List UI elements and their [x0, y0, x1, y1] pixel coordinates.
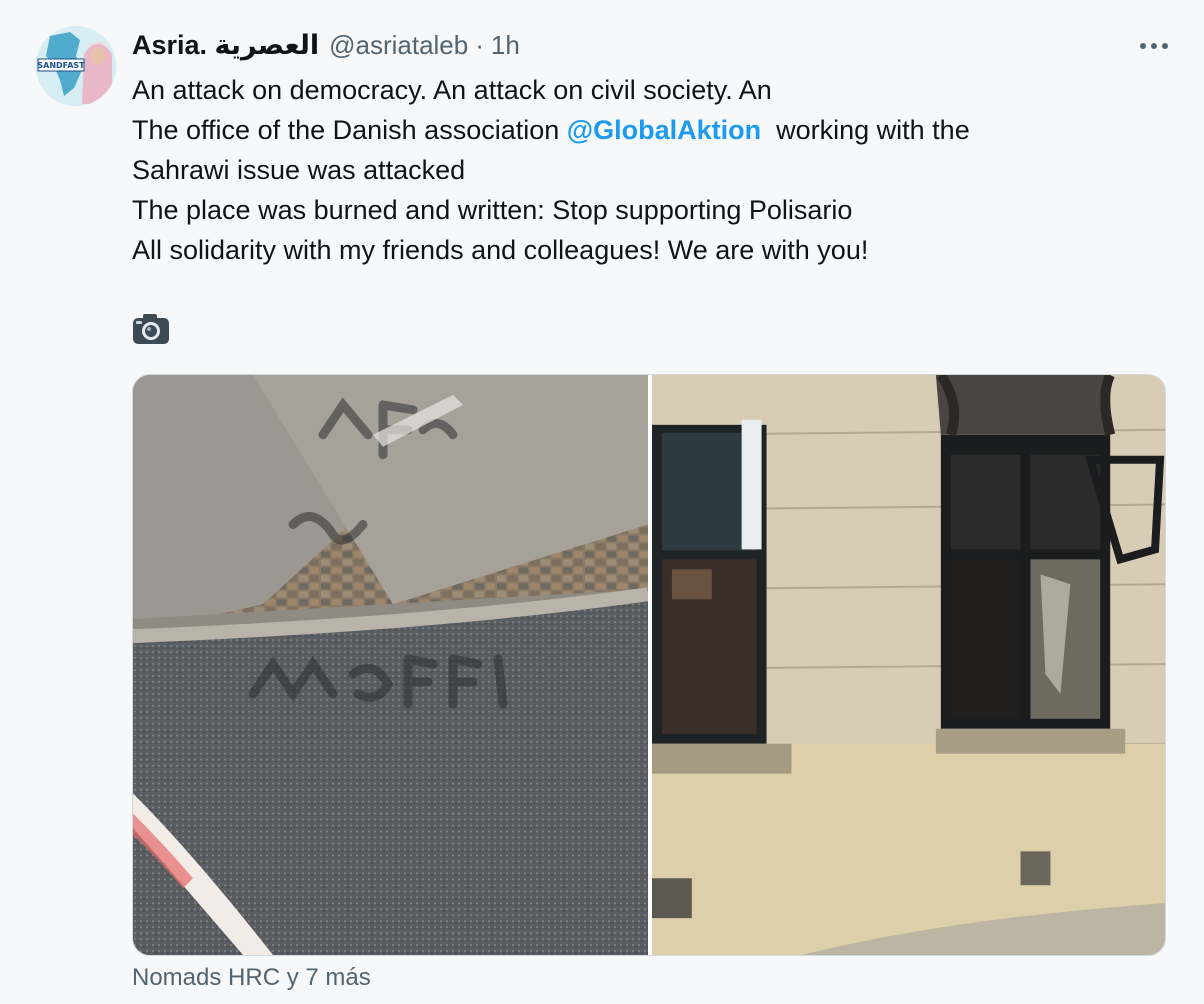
more-options-button[interactable]: [1134, 34, 1174, 58]
tweet-text-line: An attack on democracy. An attack on civ…: [132, 75, 772, 105]
tweet-card[interactable]: SANDFAST Asria. العصرية @asriataleb · 1h…: [0, 0, 1204, 1004]
tweet-text-segment: working with the: [776, 115, 970, 145]
mention-link[interactable]: @GlobalAktion: [567, 115, 761, 145]
tweet-text-line: Sahrawi issue was attacked: [132, 155, 466, 185]
tweet-text-line: All solidarity with my friends and colle…: [132, 235, 869, 265]
more-horizontal-icon: [1140, 43, 1146, 49]
tweet-text-line: The place was burned and written: Stop s…: [132, 195, 853, 225]
tweet-header: Asria. العصرية @asriataleb · 1h: [132, 26, 520, 64]
photo-graffiti-pavement[interactable]: [133, 375, 648, 955]
camera-icon: [132, 312, 170, 346]
tweet-text-segment: The office of the Danish association: [132, 115, 560, 145]
tweet-text: An attack on democracy. An attack on civ…: [132, 70, 1152, 270]
more-horizontal-icon-dot: [1162, 43, 1168, 49]
avatar-label: SANDFAST: [37, 61, 85, 70]
avatar[interactable]: SANDFAST: [36, 26, 116, 106]
header-separator: ·: [475, 29, 484, 60]
tweet-media-grid: [132, 374, 1166, 956]
author-display-name[interactable]: Asria. العصرية: [132, 30, 319, 61]
photo-burned-window[interactable]: [652, 375, 1165, 955]
author-handle[interactable]: @asriataleb: [329, 30, 468, 61]
tweet-timestamp[interactable]: 1h: [491, 30, 520, 61]
tweet-text-line: The office of the Danish association @Gl…: [132, 110, 1152, 150]
social-context[interactable]: Nomads HRC y 7 más: [132, 964, 371, 992]
more-horizontal-icon-dot: [1151, 43, 1157, 49]
